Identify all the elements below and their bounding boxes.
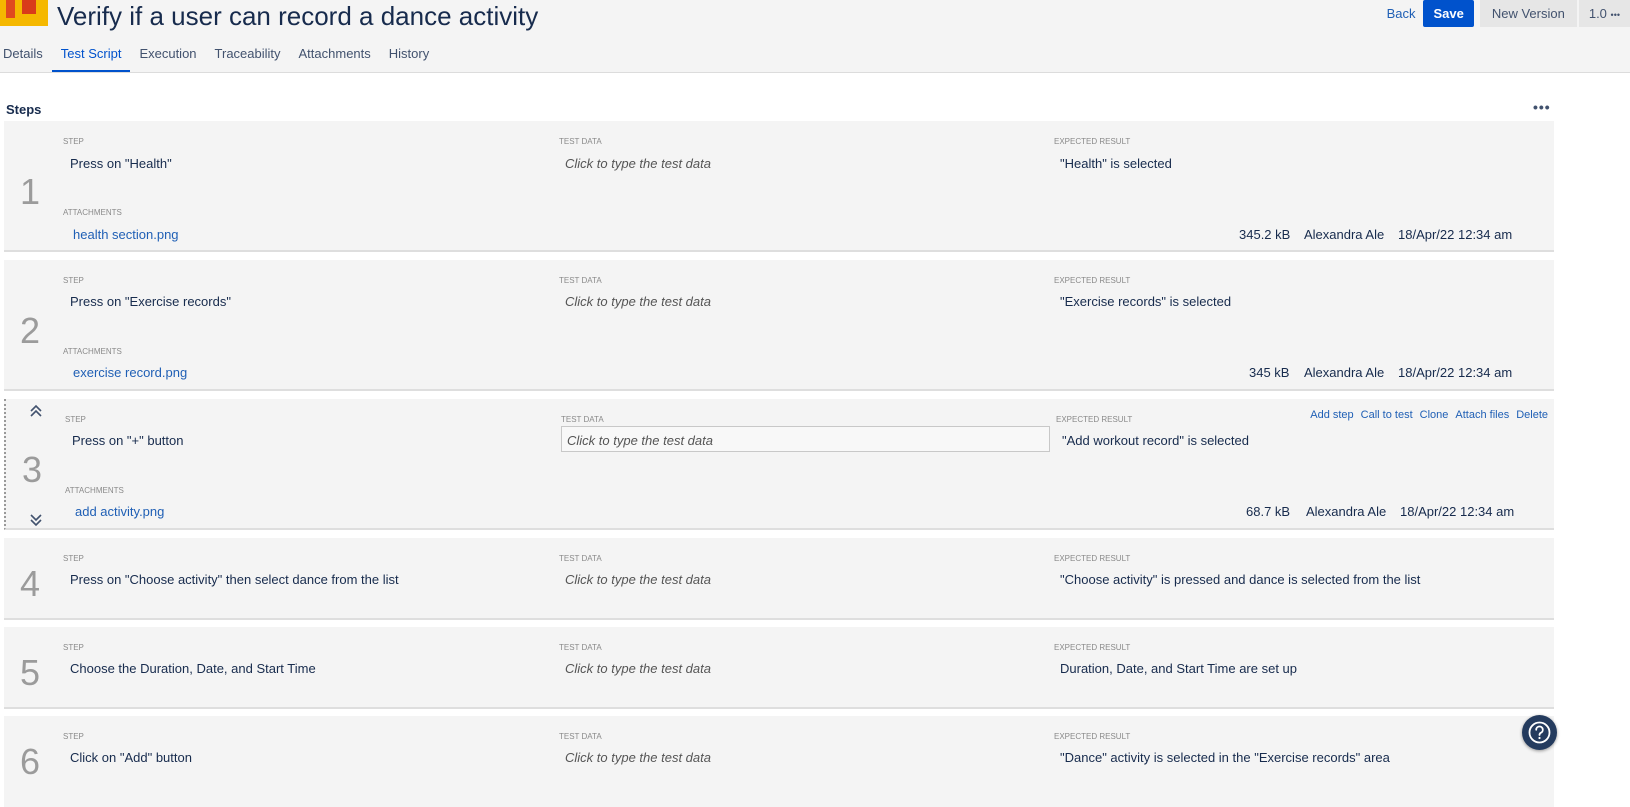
expected-result-text[interactable]: "Dance" activity is selected in the "Exe… bbox=[1060, 750, 1390, 765]
tab-traceability[interactable]: Traceability bbox=[206, 44, 290, 72]
test-data-label: TEST DATA bbox=[559, 276, 602, 285]
step-text[interactable]: Choose the Duration, Date, and Start Tim… bbox=[70, 661, 316, 676]
expected-result-label: EXPECTED RESULT bbox=[1056, 415, 1133, 424]
step-row-3[interactable]: 3 STEP Press on "+" button TEST DATA Cli… bbox=[4, 399, 1554, 530]
attachment-size: 68.7 kB bbox=[1246, 504, 1291, 519]
expected-result-text[interactable]: "Health" is selected bbox=[1060, 156, 1172, 171]
test-data-field[interactable]: Click to type the test data bbox=[565, 572, 711, 587]
steps-heading: Steps bbox=[6, 102, 42, 117]
attachment-date: 18/Apr/22 12:34 am bbox=[1400, 504, 1515, 519]
expected-result-text[interactable]: Duration, Date, and Start Time are set u… bbox=[1060, 661, 1297, 676]
step-text[interactable]: Press on "Choose activity" then select d… bbox=[70, 572, 399, 587]
chevron-double-up-icon[interactable] bbox=[28, 404, 44, 418]
expected-result-label: EXPECTED RESULT bbox=[1054, 276, 1131, 285]
step-text[interactable]: Press on "Health" bbox=[70, 156, 172, 171]
help-button[interactable] bbox=[1522, 715, 1557, 750]
tab-details[interactable]: Details bbox=[0, 44, 52, 72]
version-menu-button[interactable]: 1.0 ••• bbox=[1578, 0, 1630, 27]
attach-files-link[interactable]: Attach files bbox=[1455, 409, 1509, 421]
step-text[interactable]: Press on "+" button bbox=[72, 433, 184, 448]
save-button[interactable]: Save bbox=[1423, 0, 1474, 27]
help-icon bbox=[1528, 721, 1551, 744]
version-label: 1.0 bbox=[1588, 6, 1607, 21]
attachments-label: ATTACHMENTS bbox=[63, 347, 122, 356]
page-header: Verify if a user can record a dance acti… bbox=[0, 0, 1630, 73]
attachment-link[interactable]: health section.png bbox=[73, 227, 179, 242]
attachment-date: 18/Apr/22 12:34 am bbox=[1398, 365, 1513, 380]
call-to-test-link[interactable]: Call to test bbox=[1361, 409, 1413, 421]
step-label: STEP bbox=[63, 643, 84, 652]
step-number: 6 bbox=[20, 741, 41, 782]
step-label: STEP bbox=[63, 137, 84, 146]
step-label: STEP bbox=[63, 554, 84, 563]
more-dots-icon: ••• bbox=[1610, 10, 1620, 20]
step-number: 1 bbox=[20, 171, 41, 212]
attachment-size: 345 kB bbox=[1249, 365, 1290, 380]
step-label: STEP bbox=[63, 276, 84, 285]
tab-bar: Details Test Script Execution Traceabili… bbox=[0, 44, 438, 72]
attachment-link[interactable]: add activity.png bbox=[75, 504, 164, 519]
test-data-label: TEST DATA bbox=[559, 554, 602, 563]
test-case-icon bbox=[0, 0, 48, 26]
page-title: Verify if a user can record a dance acti… bbox=[57, 1, 539, 31]
step-row-5[interactable]: 5 STEP Choose the Duration, Date, and St… bbox=[4, 627, 1554, 709]
expected-result-label: EXPECTED RESULT bbox=[1054, 554, 1131, 563]
step-row-4[interactable]: 4 STEP Press on "Choose activity" then s… bbox=[4, 538, 1554, 620]
tab-attachments[interactable]: Attachments bbox=[290, 44, 380, 72]
attachment-author: Alexandra Ale bbox=[1304, 227, 1385, 242]
test-data-field[interactable]: Click to type the test data bbox=[565, 750, 711, 765]
chevron-double-down-icon[interactable] bbox=[28, 513, 44, 527]
attachments-label: ATTACHMENTS bbox=[63, 208, 122, 217]
step-text[interactable]: Click on "Add" button bbox=[70, 750, 192, 765]
expected-result-label: EXPECTED RESULT bbox=[1054, 643, 1131, 652]
test-data-label: TEST DATA bbox=[559, 137, 602, 146]
tab-history[interactable]: History bbox=[380, 44, 438, 72]
delete-link[interactable]: Delete bbox=[1516, 409, 1548, 421]
attachment-author: Alexandra Ale bbox=[1304, 365, 1385, 380]
step-number: 3 bbox=[22, 449, 43, 490]
clone-link[interactable]: Clone bbox=[1420, 409, 1449, 421]
expected-result-text[interactable]: "Exercise records" is selected bbox=[1060, 294, 1231, 309]
step-text[interactable]: Press on "Exercise records" bbox=[70, 294, 231, 309]
back-link[interactable]: Back bbox=[1379, 0, 1424, 27]
test-data-label: TEST DATA bbox=[561, 415, 604, 424]
attachment-link[interactable]: exercise record.png bbox=[73, 365, 187, 380]
test-data-field[interactable]: Click to type the test data bbox=[565, 661, 711, 676]
step-number: 4 bbox=[20, 563, 41, 604]
step-row-6[interactable]: 6 STEP Click on "Add" button TEST DATA C… bbox=[4, 716, 1554, 807]
expected-result-text[interactable]: "Add workout record" is selected bbox=[1062, 433, 1249, 448]
attachment-size: 345.2 kB bbox=[1239, 227, 1291, 242]
header-actions: Back Save New Version 1.0 ••• bbox=[1379, 0, 1630, 27]
attachment-date: 18/Apr/22 12:34 am bbox=[1398, 227, 1513, 242]
attachments-label: ATTACHMENTS bbox=[65, 486, 124, 495]
step-row-1[interactable]: 1 STEP Press on "Health" TEST DATA Click… bbox=[4, 121, 1554, 252]
step-actions: Add step Call to test Clone Attach files… bbox=[1310, 409, 1548, 421]
attachment-author: Alexandra Ale bbox=[1306, 504, 1387, 519]
test-data-label: TEST DATA bbox=[559, 732, 602, 741]
step-label: STEP bbox=[65, 415, 86, 424]
test-data-placeholder: Click to type the test data bbox=[567, 433, 713, 448]
tab-execution[interactable]: Execution bbox=[130, 44, 205, 72]
add-step-link[interactable]: Add step bbox=[1310, 409, 1353, 421]
expected-result-label: EXPECTED RESULT bbox=[1054, 732, 1131, 741]
tab-test-script[interactable]: Test Script bbox=[51, 44, 131, 72]
new-version-button[interactable]: New Version bbox=[1479, 0, 1577, 27]
test-data-field[interactable]: Click to type the test data bbox=[565, 156, 711, 171]
step-row-2[interactable]: 2 STEP Press on "Exercise records" TEST … bbox=[4, 260, 1554, 391]
expected-result-text[interactable]: "Choose activity" is pressed and dance i… bbox=[1060, 572, 1420, 587]
steps-more-icon[interactable]: ••• bbox=[1533, 99, 1551, 115]
step-number: 2 bbox=[20, 310, 41, 351]
test-data-field[interactable]: Click to type the test data bbox=[565, 294, 711, 309]
step-number: 5 bbox=[20, 652, 41, 693]
step-label: STEP bbox=[63, 732, 84, 741]
test-data-label: TEST DATA bbox=[559, 643, 602, 652]
test-data-input[interactable]: Click to type the test data bbox=[561, 426, 1050, 452]
expected-result-label: EXPECTED RESULT bbox=[1054, 137, 1131, 146]
